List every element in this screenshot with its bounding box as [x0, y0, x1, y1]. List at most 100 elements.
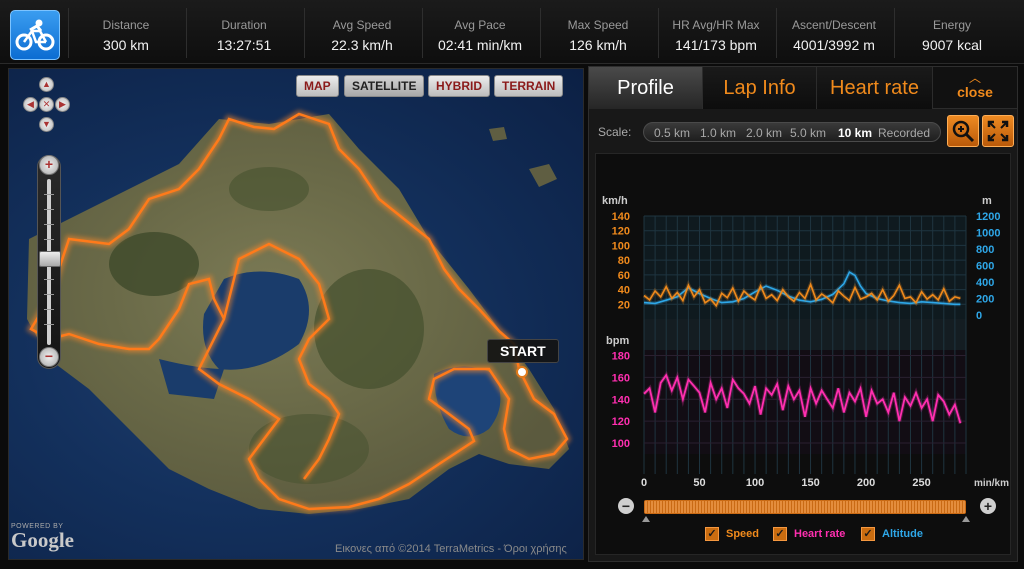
heart-rate-axis-tick: 180 — [612, 350, 630, 362]
pan-right-icon[interactable]: ▶ — [55, 97, 70, 112]
x-axis-tick: 0 — [641, 477, 647, 489]
altitude-axis-unit: m — [982, 195, 992, 207]
scale-option-10km[interactable]: 10 km — [838, 126, 872, 140]
x-axis-unit: min/km — [974, 478, 1009, 489]
chevron-up-icon: ︿ — [968, 71, 981, 85]
scale-label: Scale: — [598, 125, 632, 139]
range-slider-left-handle — [642, 516, 650, 522]
scale-selector: 0.5 km 1.0 km 2.0 km 5.0 km 10 km Record… — [643, 122, 941, 142]
zoom-tick — [44, 279, 54, 280]
map-type-hybrid-button[interactable]: HYBRID — [428, 75, 491, 97]
stat-label: Duration — [221, 18, 267, 32]
start-marker-label: START — [487, 339, 559, 363]
close-label: close — [957, 84, 993, 100]
map-type-terrain-button[interactable]: TERRAIN — [494, 75, 564, 97]
google-logo[interactable]: POWERED BY Google — [11, 523, 74, 552]
speed-checkbox[interactable]: ✓ — [705, 527, 719, 541]
stat-label: Ascent/Descent — [791, 18, 877, 32]
x-axis-tick: 50 — [693, 477, 705, 489]
close-button[interactable]: ︿ close — [933, 67, 1017, 109]
speed-axis-tick: 80 — [618, 255, 630, 267]
altitude-axis-tick: 1000 — [976, 228, 1000, 240]
map-credits[interactable]: Εικονες από ©2014 TerraMetrics - Όροι χρ… — [335, 543, 567, 555]
scale-option-1km[interactable]: 1.0 km — [700, 126, 736, 140]
zoom-tick — [44, 309, 54, 310]
pan-up-icon[interactable]: ▲ — [39, 77, 54, 92]
scale-option-5km[interactable]: 5.0 km — [790, 126, 826, 140]
stat-value: 4001/3992 m — [793, 37, 875, 53]
stat-label: Max Speed — [567, 18, 629, 32]
zoom-tick — [44, 324, 54, 325]
magnifier-zoom-icon[interactable] — [947, 115, 979, 147]
heart-rate-checkbox[interactable]: ✓ — [773, 527, 787, 541]
pan-left-icon[interactable]: ◀ — [23, 97, 38, 112]
stat-5: HR Avg/HR Max 141/173 bpm — [659, 8, 773, 60]
map-view[interactable]: MAP SATELLITE HYBRID TERRAIN ▲ ◀ ✕ ▶ ▼ +… — [8, 68, 584, 560]
altitude-checkbox-label[interactable]: Altitude — [882, 528, 923, 540]
cycling-icon[interactable] — [10, 10, 60, 60]
altitude-checkbox[interactable]: ✓ — [861, 527, 875, 541]
stat-6: Ascent/Descent 4001/3992 m — [777, 8, 891, 60]
stat-value: 02:41 min/km — [437, 37, 523, 53]
stat-2: Avg Speed 22.3 km/h — [305, 8, 419, 60]
stat-value: 13:27:51 — [216, 37, 272, 53]
stat-7: Energy 9007 kcal — [895, 8, 1009, 60]
scale-option-recorded[interactable]: Recorded — [878, 126, 930, 140]
stat-value: 300 km — [103, 37, 149, 53]
google-wordmark: Google — [11, 528, 74, 552]
stat-value: 126 km/h — [569, 37, 627, 53]
zoom-tick — [44, 224, 54, 225]
zoom-tick — [44, 194, 54, 195]
speed-axis-tick: 120 — [612, 226, 630, 238]
zoom-tick — [44, 294, 54, 295]
tab-lap-info[interactable]: Lap Info — [703, 67, 817, 109]
zoom-out-button[interactable]: − — [39, 347, 59, 367]
x-axis-tick: 200 — [857, 477, 875, 489]
speed-axis-tick: 60 — [618, 270, 630, 282]
x-axis-tick: 150 — [801, 477, 819, 489]
stat-label: HR Avg/HR Max — [672, 18, 760, 32]
altitude-axis-tick: 600 — [976, 261, 994, 273]
stat-label: Avg Speed — [332, 18, 392, 32]
heart-rate-axis-tick: 160 — [612, 372, 630, 384]
profile-chart[interactable]: 140 120 100 80 60 40 20 1200 1000 800 600 400 200 0 km… — [595, 153, 1011, 555]
speed-axis-tick: 140 — [612, 211, 630, 223]
heart-rate-axis-tick: 100 — [612, 438, 630, 450]
start-marker[interactable] — [516, 366, 528, 378]
scale-option-0-5km[interactable]: 0.5 km — [654, 126, 690, 140]
zoom-in-button[interactable]: + — [39, 155, 59, 175]
heart-rate-axis-tick: 140 — [612, 394, 630, 406]
profile-chart-svg: 14012010080604020120010008006004002000km… — [602, 195, 1009, 522]
speed-checkbox-label[interactable]: Speed — [726, 528, 759, 540]
pan-reset-icon[interactable]: ✕ — [39, 97, 54, 112]
x-axis-tick: 100 — [746, 477, 764, 489]
heart-rate-checkbox-label[interactable]: Heart rate — [794, 528, 845, 540]
zoom-slider-handle[interactable] — [39, 251, 61, 267]
zoom-tick — [44, 209, 54, 210]
zoom-tick — [44, 239, 54, 240]
stat-label: Energy — [932, 18, 972, 32]
altitude-axis-tick: 1200 — [976, 211, 1000, 223]
speed-axis-tick: 100 — [612, 240, 630, 252]
stat-4: Max Speed 126 km/h — [541, 8, 655, 60]
pan-down-icon[interactable]: ▼ — [39, 117, 54, 132]
stat-value: 22.3 km/h — [331, 37, 393, 53]
speed-axis-tick: 40 — [618, 285, 630, 297]
map-type-satellite-button[interactable]: SATELLITE — [344, 75, 425, 97]
altitude-axis-tick: 800 — [976, 244, 994, 256]
panel-gap — [644, 319, 966, 350]
speed-axis-tick: 20 — [618, 299, 630, 311]
tab-profile[interactable]: Profile — [589, 67, 703, 109]
stat-value: 141/173 bpm — [675, 37, 757, 53]
fullscreen-icon[interactable] — [982, 115, 1014, 147]
altitude-axis-tick: 200 — [976, 294, 994, 306]
stats-bar: Distance 300 km Duration 13:27:51 Avg Speed 2… — [0, 0, 1024, 64]
x-axis-tick: 250 — [912, 477, 930, 489]
tab-heart-rate[interactable]: Heart rate — [817, 67, 933, 109]
altitude-axis-tick: 400 — [976, 277, 994, 289]
map-type-map-button[interactable]: MAP — [296, 75, 339, 97]
heart-rate-axis-unit: bpm — [606, 335, 629, 347]
range-slider-right-handle — [962, 516, 970, 522]
range-slider-minus-label: − — [622, 498, 630, 514]
scale-option-2km[interactable]: 2.0 km — [746, 126, 782, 140]
